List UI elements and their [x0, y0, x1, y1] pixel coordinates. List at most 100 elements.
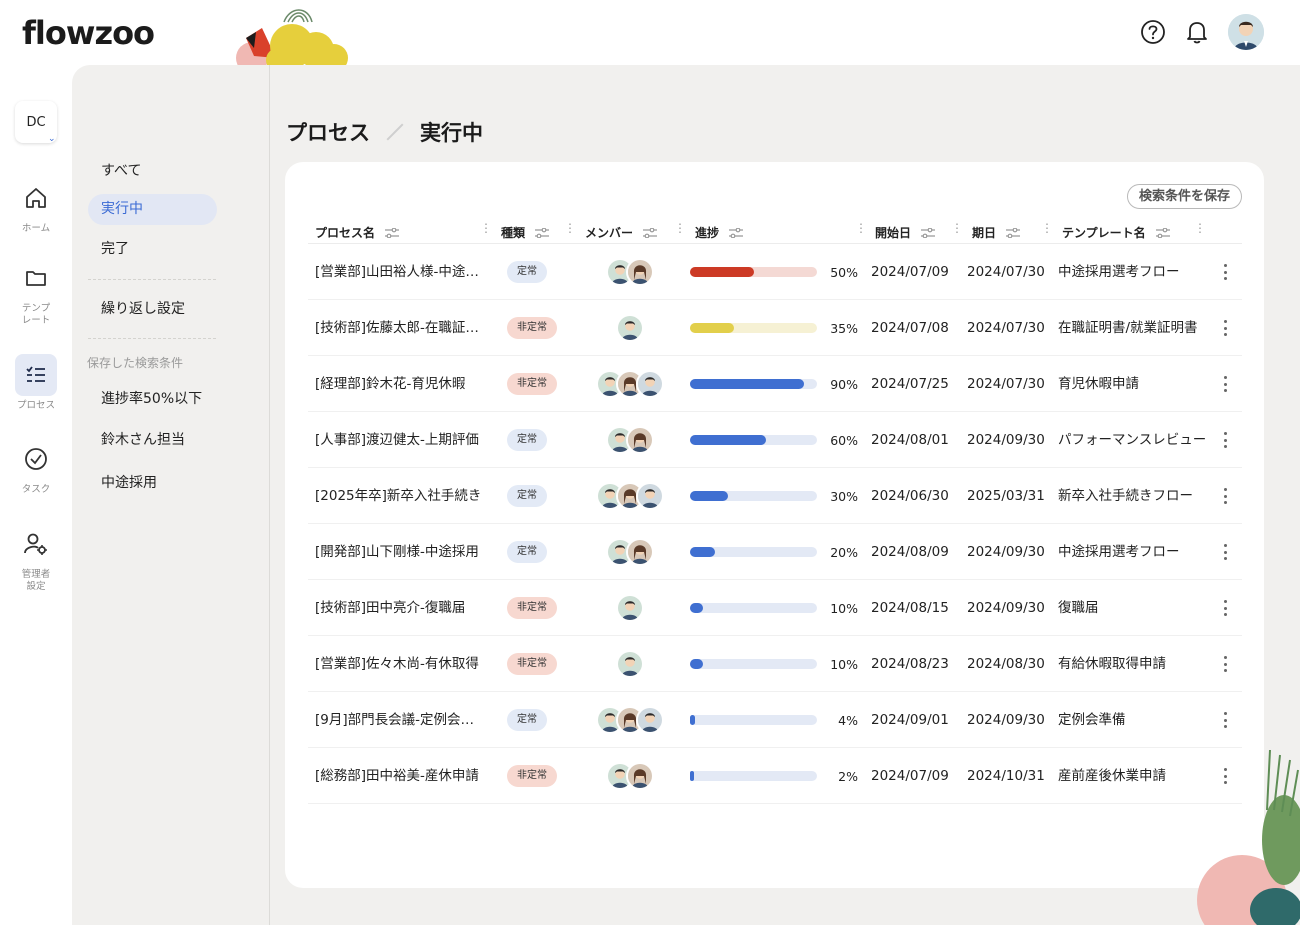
column-header-due-date[interactable]: 期日	[972, 224, 1021, 241]
column-resize-handle[interactable]: ⋮	[564, 222, 576, 234]
filter-recurring[interactable]: 繰り返し設定	[88, 294, 217, 325]
process-name[interactable]: [経理部]鈴木花-育児休暇	[315, 356, 485, 412]
member-avatar[interactable]	[626, 426, 654, 454]
member-avatar[interactable]	[636, 482, 664, 510]
member-avatar[interactable]	[626, 538, 654, 566]
member-avatar[interactable]	[616, 314, 644, 342]
saved-search-item[interactable]: 中途採用	[88, 468, 217, 499]
filter-icon[interactable]	[1155, 227, 1170, 238]
table-row[interactable]: [技術部]田中亮介-復職届 非定常 10% 2024/08/15 2024/09/30 復…	[308, 580, 1242, 636]
nav-home[interactable]: ホーム	[0, 177, 72, 235]
bell-icon[interactable]	[1184, 19, 1210, 45]
filter-icon[interactable]	[1006, 227, 1021, 238]
process-name[interactable]: [技術部]佐藤太郎-在職証明書	[315, 300, 485, 356]
filter-done[interactable]: 完了	[88, 234, 217, 265]
member-avatars	[606, 538, 654, 566]
table-row[interactable]: [9月]部門長会議-定例会準備 定常 4% 2024/09/01 2024/09/30 定…	[308, 692, 1242, 748]
process-name[interactable]: [開発部]山下剛様-中途採用	[315, 524, 485, 580]
more-options-icon[interactable]	[1220, 430, 1230, 450]
column-header-progress[interactable]: 進捗	[695, 224, 744, 241]
progress-bar-fill	[690, 323, 734, 333]
column-header-members[interactable]: メンバー	[585, 224, 658, 241]
table-row[interactable]: [人事部]渡辺健太-上期評価 定常 60% 2024/08/01 2024/09/30 パ…	[308, 412, 1242, 468]
nav-templates[interactable]: テンプ レート	[0, 257, 72, 327]
template-name[interactable]: 有給休暇取得申請	[1058, 636, 1208, 692]
column-resize-handle[interactable]: ⋮	[674, 222, 686, 234]
app-logo[interactable]: flowzoo	[22, 14, 155, 52]
process-name[interactable]: [営業部]山田裕人様-中途採用	[315, 244, 485, 300]
process-name[interactable]: [9月]部門長会議-定例会準備	[315, 692, 485, 748]
header-actions	[1140, 14, 1264, 50]
user-avatar[interactable]	[1228, 14, 1264, 50]
start-date: 2024/08/09	[871, 544, 949, 560]
nav-processes[interactable]: プロセス	[0, 354, 72, 412]
more-options-icon[interactable]	[1220, 598, 1230, 618]
progress-bar-fill	[690, 491, 728, 501]
filter-icon[interactable]	[385, 227, 400, 238]
filter-all[interactable]: すべて	[88, 156, 217, 187]
nav-processes-label: プロセス	[16, 400, 55, 411]
template-name[interactable]: 育児休暇申請	[1058, 356, 1208, 412]
member-avatar[interactable]	[616, 650, 644, 678]
template-name[interactable]: 中途採用選考フロー	[1058, 244, 1208, 300]
chevron-down-icon[interactable]: ⌄	[48, 134, 56, 144]
nav-admin-settings[interactable]: 管理者 設定	[0, 523, 72, 593]
process-name[interactable]: [営業部]佐々木尚-有休取得	[315, 636, 485, 692]
table-row[interactable]: [経理部]鈴木花-育児休暇 非定常 90% 2024/07/25 2024/07/30 育…	[308, 356, 1242, 412]
more-options-icon[interactable]	[1220, 710, 1230, 730]
column-header-template[interactable]: テンプレート名	[1062, 224, 1170, 241]
process-name[interactable]: [2025年卒]新卒入社手続き	[315, 468, 485, 524]
more-options-icon[interactable]	[1220, 654, 1230, 674]
column-resize-handle[interactable]: ⋮	[1194, 222, 1206, 234]
template-name[interactable]: 在職証明書/就業証明書	[1058, 300, 1208, 356]
filter-running[interactable]: 実行中	[88, 194, 217, 225]
more-options-icon[interactable]	[1220, 374, 1230, 394]
column-resize-handle[interactable]: ⋮	[855, 222, 867, 234]
filter-icon[interactable]	[921, 227, 936, 238]
member-avatar[interactable]	[636, 370, 664, 398]
process-name[interactable]: [人事部]渡辺健太-上期評価	[315, 412, 485, 468]
process-name[interactable]: [総務部]田中裕美-産休申請	[315, 748, 485, 804]
filter-icon[interactable]	[729, 227, 744, 238]
process-type-badge: 定常	[507, 261, 547, 283]
more-options-icon[interactable]	[1220, 486, 1230, 506]
table-row[interactable]: [営業部]山田裕人様-中途採用 定常 50% 2024/07/09 2024/07/30…	[308, 244, 1242, 300]
column-header-type[interactable]: 種類	[501, 224, 550, 241]
progress-bar	[690, 659, 817, 669]
member-avatar[interactable]	[636, 706, 664, 734]
breadcrumb-root[interactable]: プロセス	[286, 117, 370, 147]
more-options-icon[interactable]	[1220, 318, 1230, 338]
more-options-icon[interactable]	[1220, 542, 1230, 562]
table-row[interactable]: [営業部]佐々木尚-有休取得 非定常 10% 2024/08/23 2024/08/30…	[308, 636, 1242, 692]
member-avatar[interactable]	[626, 258, 654, 286]
filter-icon[interactable]	[643, 227, 658, 238]
table-row[interactable]: [2025年卒]新卒入社手続き 定常 30% 2024/06/30 2025/03/31…	[308, 468, 1242, 524]
member-avatars	[606, 258, 654, 286]
saved-search-item[interactable]: 鈴木さん担当	[88, 425, 217, 456]
table-row[interactable]: [総務部]田中裕美-産休申請 非定常 2% 2024/07/09 2024/10/31 産…	[308, 748, 1242, 804]
column-resize-handle[interactable]: ⋮	[480, 222, 492, 234]
column-resize-handle[interactable]: ⋮	[1041, 222, 1053, 234]
process-name[interactable]: [技術部]田中亮介-復職届	[315, 580, 485, 636]
template-name[interactable]: パフォーマンスレビュー	[1058, 412, 1208, 468]
save-search-button[interactable]: 検索条件を保存	[1126, 184, 1242, 209]
nav-tasks[interactable]: タスク	[0, 438, 72, 496]
progress-bar	[690, 267, 817, 277]
filter-icon[interactable]	[535, 227, 550, 238]
table-row[interactable]: [開発部]山下剛様-中途採用 定常 20% 2024/08/09 2024/09/30 中…	[308, 524, 1242, 580]
column-header-name[interactable]: プロセス名	[315, 224, 400, 241]
process-filter-nav: すべて 実行中 完了 繰り返し設定 保存した検索条件 進捗率50%以下 鈴木さん…	[72, 65, 270, 925]
template-name[interactable]: 定例会準備	[1058, 692, 1208, 748]
help-icon[interactable]	[1140, 19, 1166, 45]
more-options-icon[interactable]	[1220, 262, 1230, 282]
table-row[interactable]: [技術部]佐藤太郎-在職証明書 非定常 35% 2024/07/08 2024/07/3…	[308, 300, 1242, 356]
saved-search-item[interactable]: 進捗率50%以下	[88, 384, 217, 415]
member-avatar[interactable]	[616, 594, 644, 622]
template-name[interactable]: 新卒入社手続きフロー	[1058, 468, 1208, 524]
due-date: 2024/08/30	[967, 656, 1045, 672]
template-name[interactable]: 中途採用選考フロー	[1058, 524, 1208, 580]
column-resize-handle[interactable]: ⋮	[951, 222, 963, 234]
member-avatar[interactable]	[626, 762, 654, 790]
column-header-start-date[interactable]: 開始日	[875, 224, 936, 241]
template-name[interactable]: 復職届	[1058, 580, 1208, 636]
